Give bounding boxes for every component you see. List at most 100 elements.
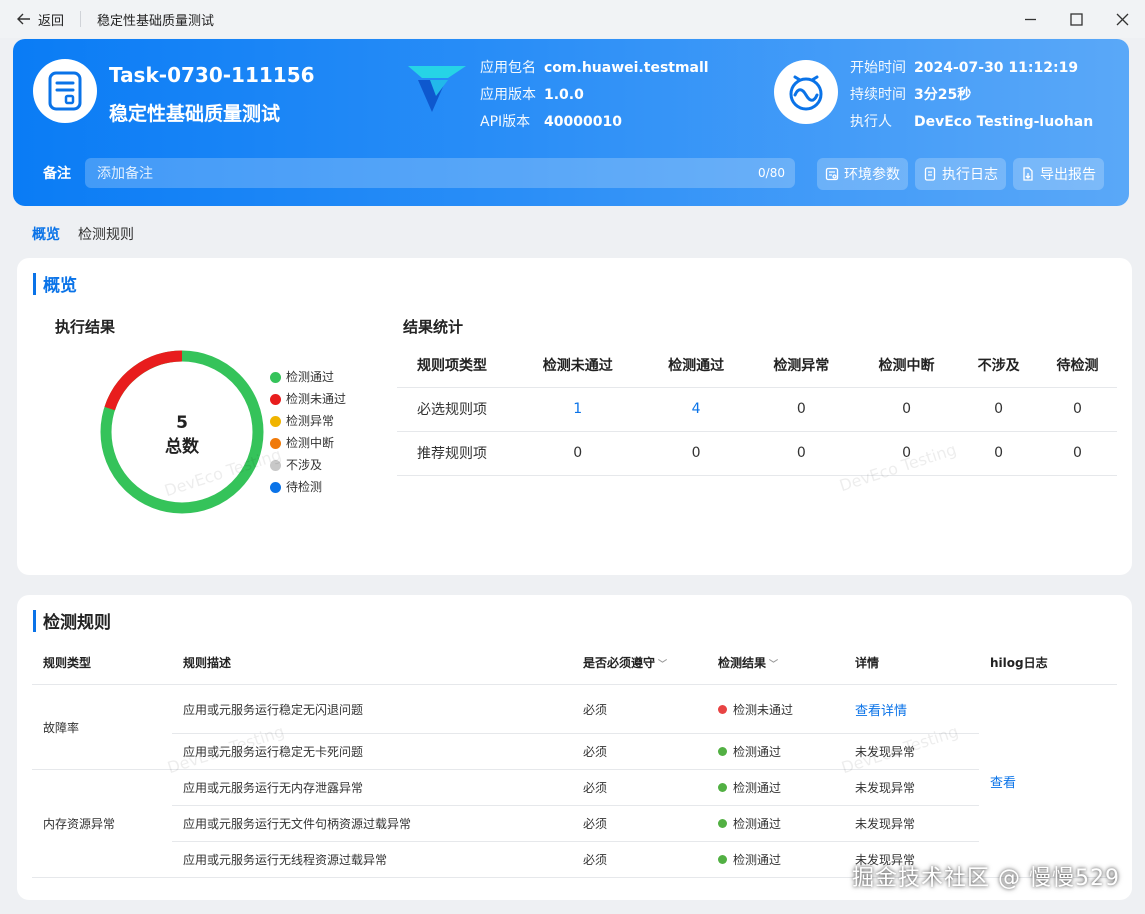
divider [32,769,172,770]
export-report-button[interactable]: 导出报告 [1013,158,1104,190]
env-params-button[interactable]: 环境参数 [817,158,908,190]
export-report-label: 导出报告 [1040,167,1096,183]
legend-label: 检测中断 [286,436,335,450]
back-button[interactable]: 返回 [16,10,64,29]
view-hilog-link[interactable]: 查看 [990,772,1016,791]
total-number: 5 [176,413,188,433]
chevron-down-icon: ﹀ [769,659,779,670]
duration-key: 持续时间 [850,87,906,103]
legend-dot [270,415,281,427]
start-time-key: 开始时间 [850,60,906,76]
header-rule-type: 规则类型 [43,655,92,670]
rule-desc: 应用或元服务运行无文件句柄资源过载异常 [183,816,412,831]
window-title: 稳定性基础质量测试 [97,13,215,29]
stats-row-recommended: 推荐规则项 0 0 0 0 0 0 [397,431,1117,476]
rule-required: 必须 [583,816,608,831]
rule-result-label: 检测通过 [733,744,782,759]
legend-item: 不涉及 [270,454,346,476]
chevron-down-icon: ﹀ [658,659,668,670]
tab-overview[interactable]: 概览 [32,224,60,244]
app-logo-icon [408,66,466,112]
rule-result: 检测通过 [707,733,844,769]
rule-result: 检测通过 [707,841,844,877]
rule-result: 检测未通过 [707,685,844,733]
app-info: 应用包名 com.huawei.testmall 应用版本 1.0.0 API版本 4… [480,55,709,136]
stats-header: 不涉及 [959,344,1039,388]
tab-rules[interactable]: 检测规则 [78,224,134,244]
package-name-value: com.huawei.testmall [544,60,709,76]
rule-result: 检测通过 [707,805,844,841]
note-placeholder: 添加备注 [97,166,153,182]
legend-item: 待检测 [270,476,346,498]
result-donut-chart: 5 总数 [100,350,264,514]
header-required[interactable]: 是否必须遵守 ﹀ [572,654,707,671]
view-detail-link[interactable]: 查看详情 [855,700,907,719]
legend-label: 检测异常 [286,414,335,428]
rule-required: 必须 [583,852,608,867]
close-icon [1116,13,1128,25]
rules-body: 故障率 内存资源异常 应用或元服务运行稳定无闪退问题 必须 检测未通过 查看详情… [32,685,1117,878]
exec-log-button[interactable]: 执行日志 [915,158,1006,190]
stats-cell: 0 [1038,431,1117,476]
legend-label: 不涉及 [286,458,323,472]
rule-result: 检测通过 [707,769,844,805]
rule-required: 必须 [583,702,608,717]
api-version-value: 40000010 [544,114,622,130]
legend-dot [270,459,281,471]
rules-header-row: 规则类型 规则描述 是否必须遵守 ﹀ 检测结果 ﹀ 详情 hilog日志 [32,640,1117,685]
rule-required: 必须 [583,780,608,795]
task-name: 稳定性基础质量测试 [109,103,281,125]
stats-header: 规则项类型 [397,344,512,388]
rules-card: 检测规则 规则类型 规则描述 是否必须遵守 ﹀ 检测结果 ﹀ 详情 hilog日志 … [17,595,1132,900]
maximize-button[interactable] [1053,0,1099,38]
app-version-key: 应用版本 [480,87,536,103]
exec-log-label: 执行日志 [942,167,998,183]
legend-item: 检测中断 [270,432,346,454]
maximize-icon [1069,12,1083,26]
legend-item: 检测异常 [270,410,346,432]
timer-icon [774,60,838,124]
api-version-key: API版本 [480,114,531,130]
minimize-icon [1024,18,1036,20]
note-input[interactable]: 添加备注 0/80 [85,158,795,188]
rule-detail: 未发现异常 [855,816,916,831]
close-button[interactable] [1099,0,1145,38]
env-params-label: 环境参数 [844,167,900,183]
group-label: 故障率 [43,720,80,735]
rule-detail: 未发现异常 [855,780,916,795]
result-title: 执行结果 [55,318,116,336]
run-info: 开始时间 2024-07-30 11:12:19 持续时间 3分25秒 执行人 Dev… [850,55,1093,136]
note-char-count: 0/80 [758,166,785,180]
rule-desc: 应用或元服务运行无内存泄露异常 [183,780,364,795]
overview-title: 概览 [33,271,77,296]
header-result[interactable]: 检测结果 ﹀ [707,654,844,671]
donut-failed-segment [104,350,183,411]
executor-key: 执行人 [850,114,892,130]
minimize-button[interactable] [1007,0,1053,38]
status-dot [718,854,727,864]
legend-label: 待检测 [286,480,323,494]
legend-label: 检测通过 [286,370,335,384]
export-icon [1023,167,1033,181]
header-rule-desc: 规则描述 [183,655,232,670]
app-version-value: 1.0.0 [544,87,584,103]
rule-result-label: 检测通过 [733,816,782,831]
stats-cell: 0 [748,387,854,432]
header-required-label: 是否必须遵守 [583,655,656,670]
rules-title: 检测规则 [33,608,111,633]
stats-failed-link[interactable]: 1 [512,387,644,432]
stats-cell: 0 [853,387,960,432]
arrow-left-icon [17,13,30,25]
rule-detail: 未发现异常 [855,744,916,759]
header-detail: 详情 [855,655,880,670]
legend-dot [270,393,281,405]
note-label: 备注 [43,166,71,182]
stats-passed-link[interactable]: 4 [643,387,749,432]
rule-desc: 应用或元服务运行无线程资源过载异常 [183,852,388,867]
rule-desc: 应用或元服务运行稳定无卡死问题 [183,744,364,759]
status-dot [718,704,727,714]
divider [80,11,82,27]
rule-result-label: 检测通过 [733,852,782,867]
header-result-label: 检测结果 [718,655,767,670]
settings-doc-icon [825,167,839,181]
